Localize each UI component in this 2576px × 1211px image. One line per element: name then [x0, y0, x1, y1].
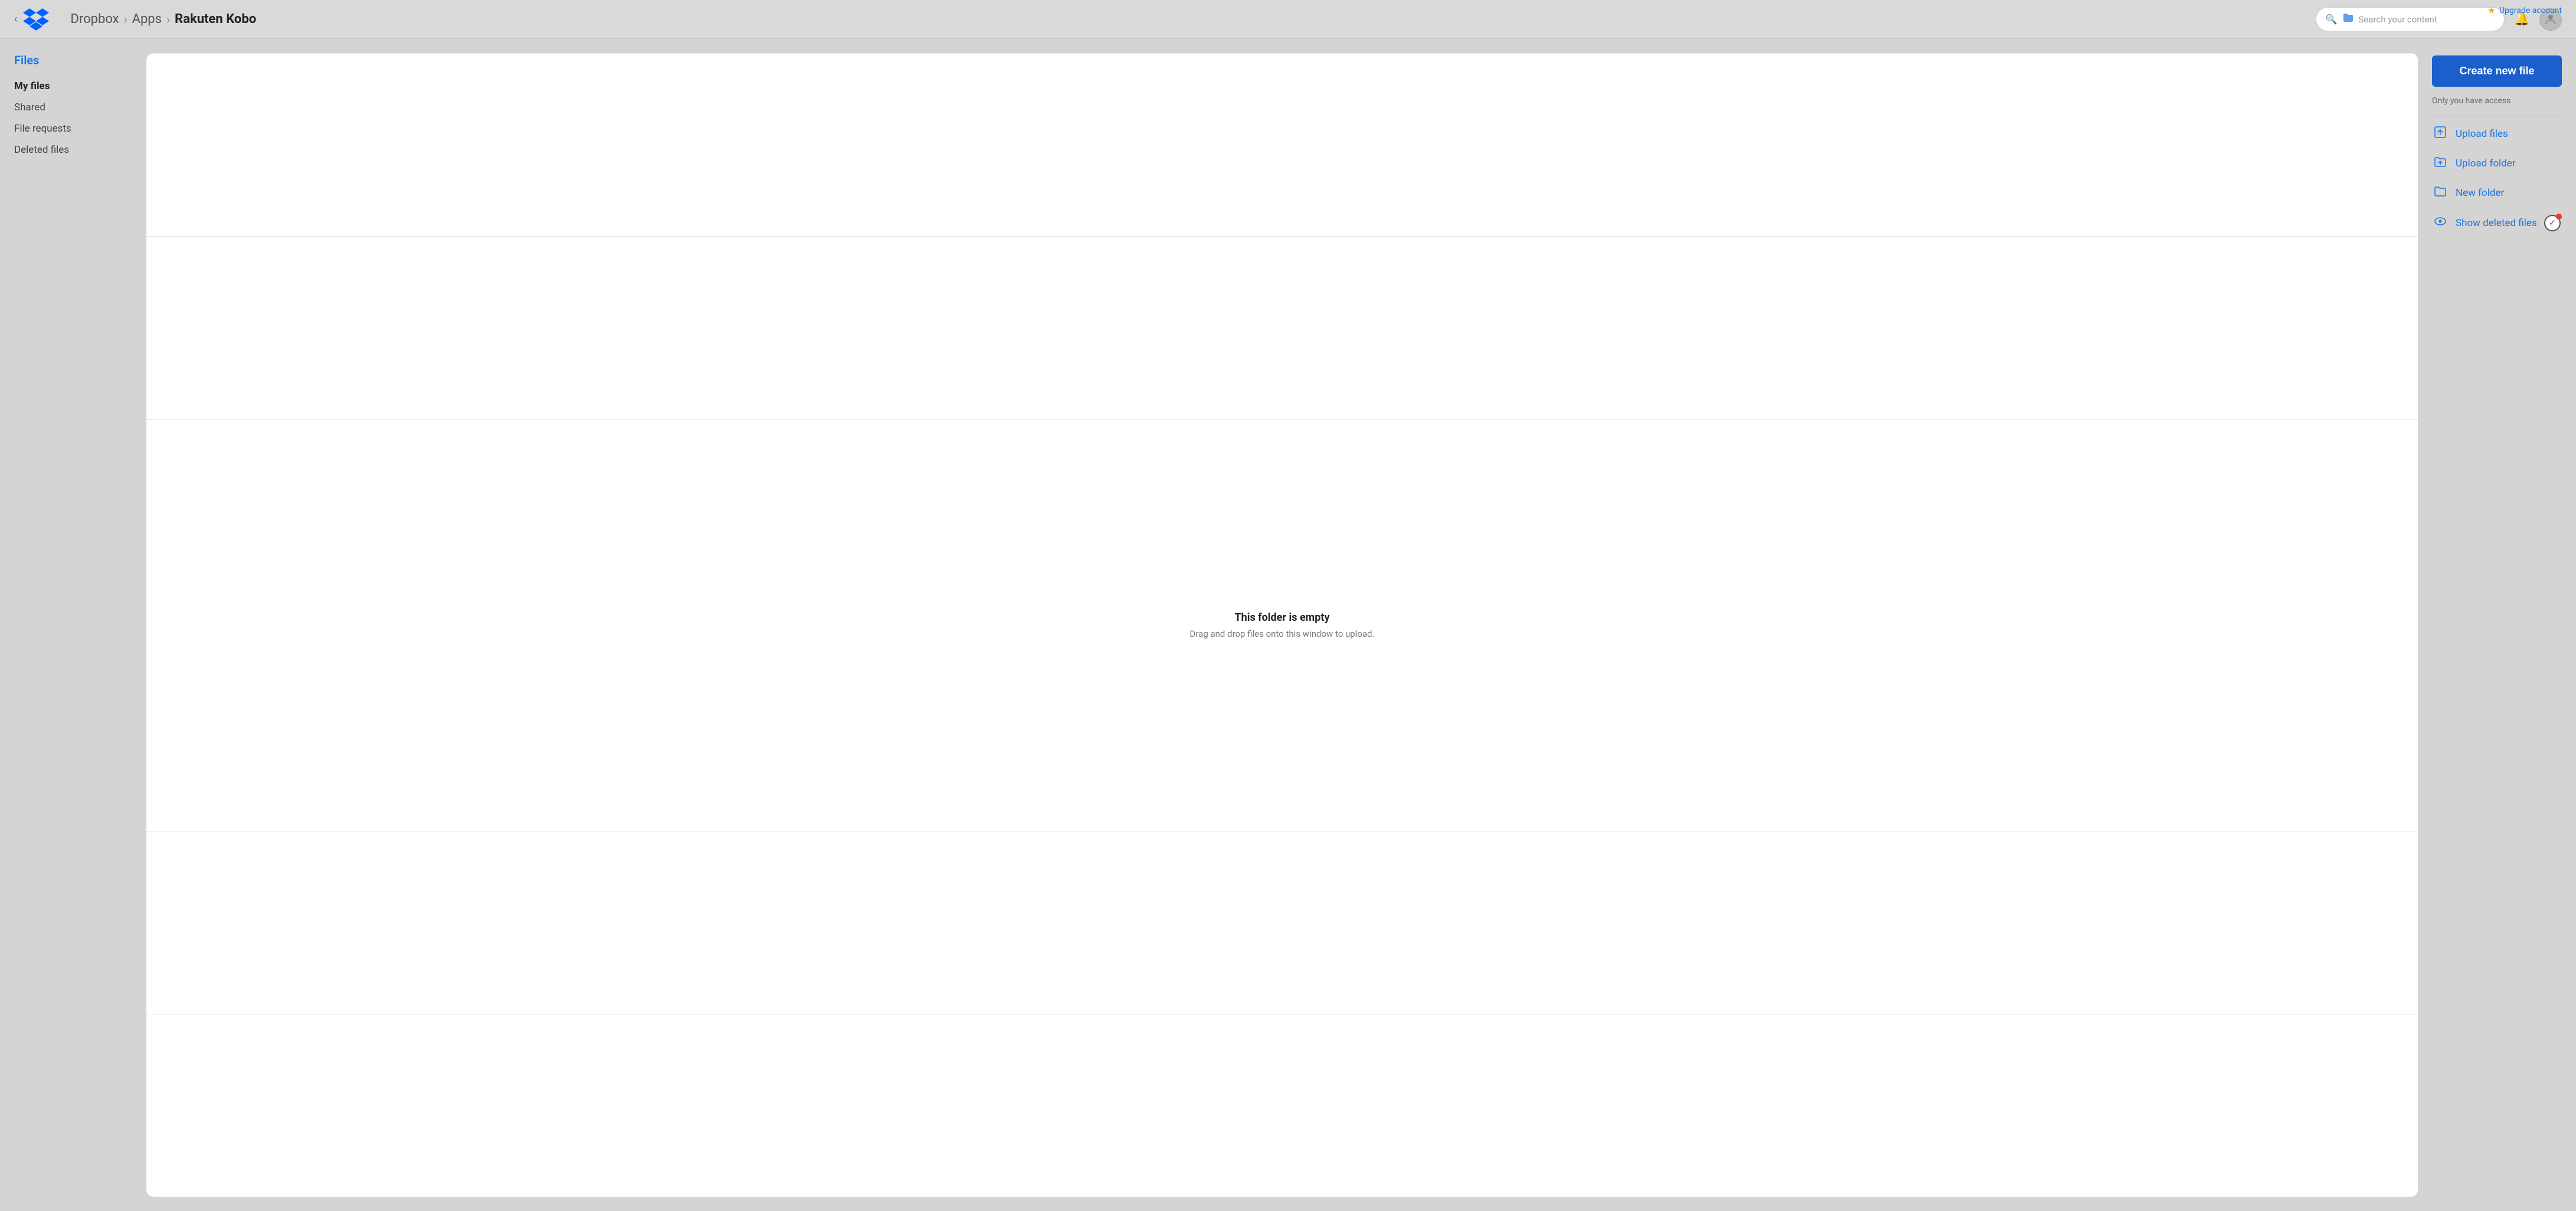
star-icon: ★: [2487, 5, 2496, 16]
folder-row-4: [146, 1014, 2418, 1197]
sidebar-nav: My files Shared File requests Deleted fi…: [14, 79, 132, 157]
status-indicator: ✓: [2543, 214, 2562, 233]
empty-title: This folder is empty: [1234, 611, 1329, 624]
folder-panel: This folder is empty Drag and drop files…: [146, 53, 2418, 1197]
right-divider: [2432, 115, 2562, 116]
breadcrumb-sep2: ›: [166, 12, 170, 27]
sidebar-item-shared-label: Shared: [14, 102, 45, 113]
upload-folder-icon: [2432, 155, 2448, 172]
sidebar-item-file-requests[interactable]: File requests: [14, 122, 132, 136]
topbar: ★ Upgrade account ‹ Dropbox › Apps › Rak…: [0, 0, 2576, 39]
search-bar[interactable]: 🔍 Search your content: [2316, 7, 2505, 31]
sidebar-files-title[interactable]: Files: [14, 53, 132, 67]
content-area: This folder is empty Drag and drop files…: [146, 53, 2418, 1197]
red-dot: [2556, 214, 2562, 220]
breadcrumb: Dropbox › Apps › Rakuten Kobo: [70, 12, 2306, 27]
sidebar-item-deleted-files-label: Deleted files: [14, 144, 69, 156]
upload-files-label: Upload files: [2456, 128, 2508, 140]
breadcrumb-current: Rakuten Kobo: [175, 12, 256, 27]
breadcrumb-part2[interactable]: Apps: [132, 12, 162, 27]
create-new-file-button[interactable]: Create new file: [2432, 55, 2562, 87]
sidebar-item-file-requests-label: File requests: [14, 123, 71, 135]
logo-container[interactable]: ‹: [14, 8, 49, 31]
show-deleted-action[interactable]: Show deleted files: [2432, 214, 2537, 232]
show-deleted-label: Show deleted files: [2456, 217, 2537, 229]
folder-row-2: [146, 237, 2418, 419]
upload-files-icon: [2432, 125, 2448, 143]
right-panel: Create new file Only you have access Upl…: [2432, 53, 2562, 1197]
folder-row-1: [146, 54, 2418, 236]
main-layout: Files My files Shared File requests Dele…: [0, 39, 2576, 1211]
breadcrumb-sep1: ›: [124, 12, 128, 27]
folder-empty-section: This folder is empty Drag and drop files…: [146, 420, 2418, 832]
upgrade-account-link[interactable]: ★ Upgrade account: [2487, 5, 2562, 16]
upload-folder-label: Upload folder: [2456, 158, 2516, 169]
show-deleted-icon: [2432, 214, 2448, 232]
sidebar-item-shared[interactable]: Shared: [14, 100, 132, 114]
new-folder-icon: [2432, 184, 2448, 202]
search-folder-icon: [2342, 12, 2354, 26]
show-deleted-row: Show deleted files ✓: [2432, 214, 2562, 233]
sidebar-item-my-files-label: My files: [14, 80, 50, 92]
upload-files-action[interactable]: Upload files: [2432, 125, 2562, 143]
search-icon: 🔍: [2326, 14, 2338, 25]
breadcrumb-part1[interactable]: Dropbox: [70, 12, 119, 27]
folder-row-3: [146, 832, 2418, 1014]
upload-folder-action[interactable]: Upload folder: [2432, 155, 2562, 172]
new-folder-action[interactable]: New folder: [2432, 184, 2562, 202]
action-list: Upload files Upload folder: [2432, 125, 2562, 233]
back-arrow-icon[interactable]: ‹: [14, 13, 17, 25]
access-text: Only you have access: [2432, 96, 2562, 106]
new-folder-label: New folder: [2456, 187, 2504, 199]
search-placeholder: Search your content: [2359, 14, 2437, 25]
sidebar: Files My files Shared File requests Dele…: [14, 53, 132, 1197]
dropbox-logo: [23, 8, 49, 31]
sidebar-item-deleted-files[interactable]: Deleted files: [14, 143, 132, 157]
upgrade-label: Upgrade account: [2499, 6, 2562, 15]
sidebar-item-my-files[interactable]: My files: [14, 79, 132, 93]
empty-subtitle: Drag and drop files onto this window to …: [1190, 629, 1375, 639]
